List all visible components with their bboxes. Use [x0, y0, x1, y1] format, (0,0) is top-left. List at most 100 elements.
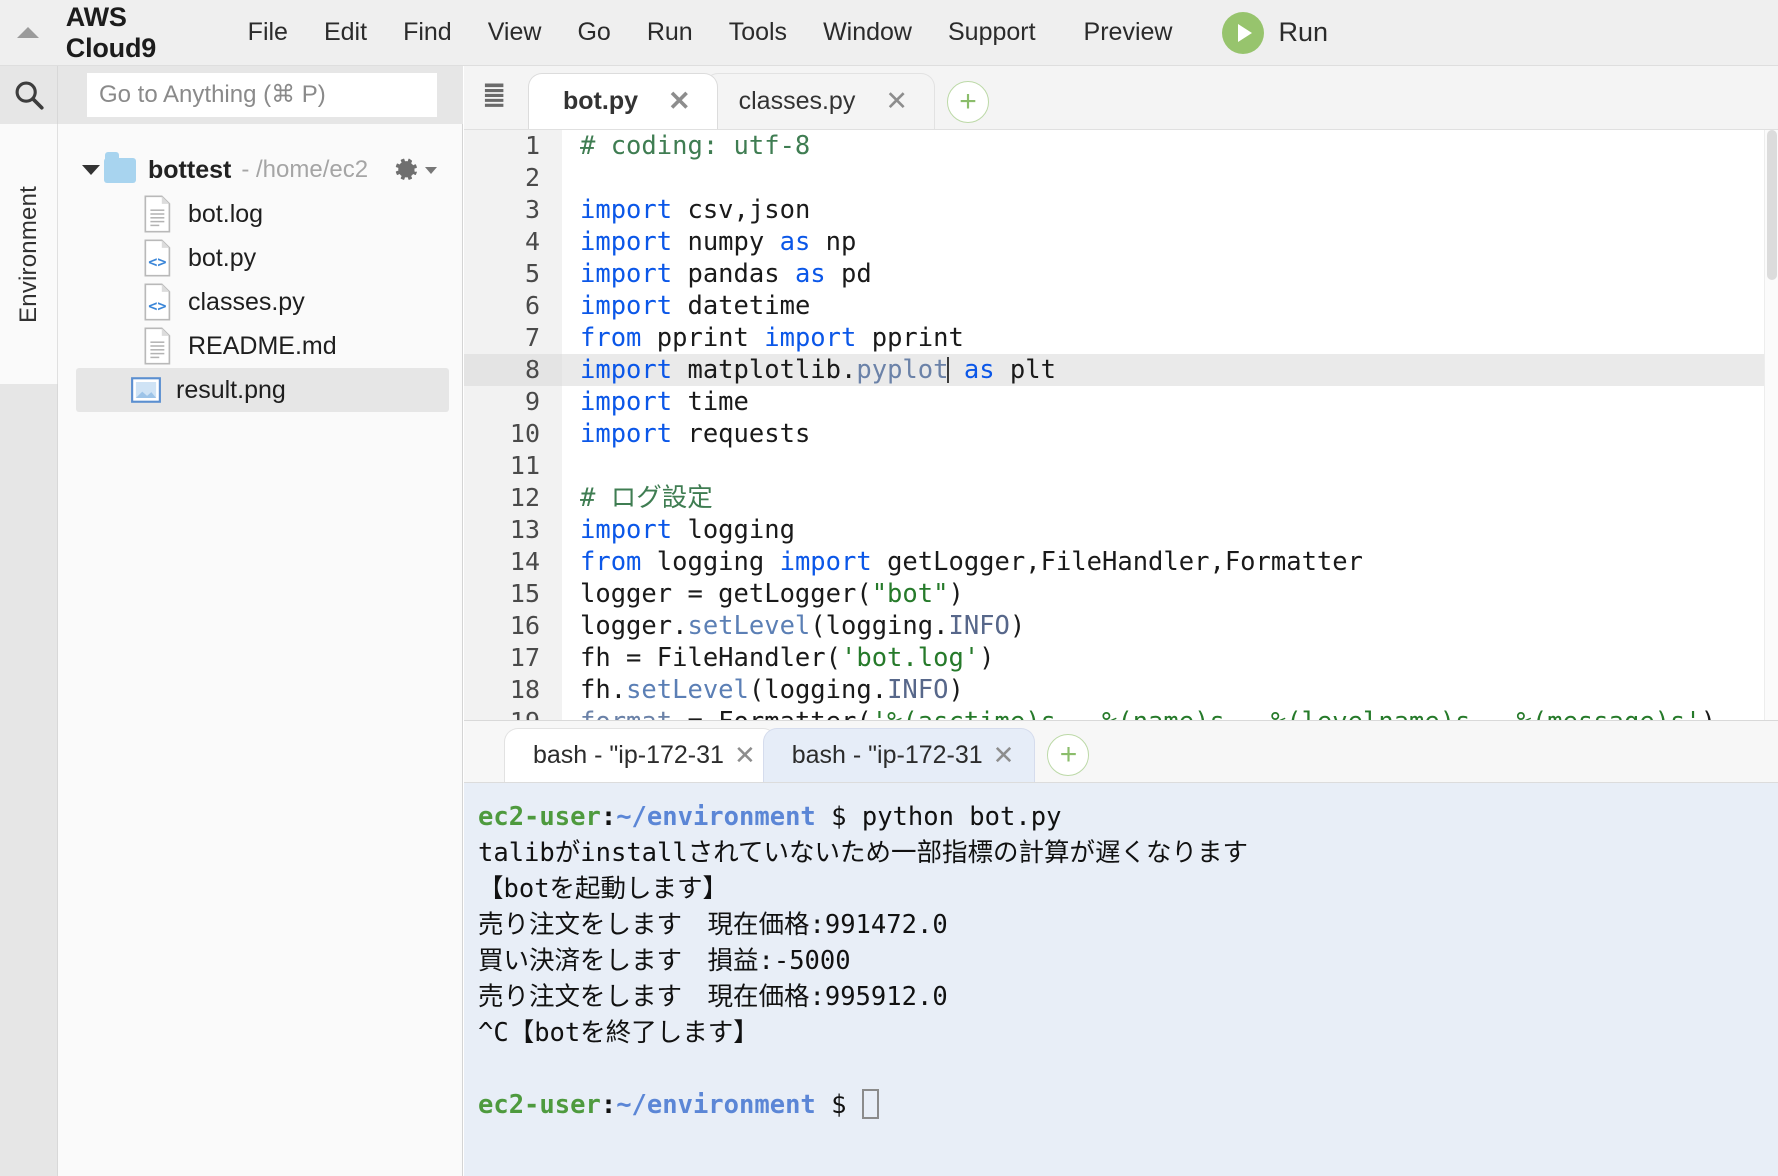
code-token: = Formatter(: [672, 707, 871, 720]
root-folder-path: - /home/ec2: [241, 156, 369, 183]
preview-button[interactable]: Preview: [1054, 18, 1203, 47]
code-line[interactable]: 2: [464, 162, 1778, 194]
code-text: logger = getLogger("bot"): [562, 578, 964, 610]
code-line[interactable]: 7 from pprint import pprint: [464, 322, 1778, 354]
code-text: import datetime: [562, 290, 810, 322]
code-token: import: [580, 515, 673, 545]
menu-item-run[interactable]: Run: [629, 18, 711, 47]
code-token: getLogger,FileHandler,Formatter: [871, 547, 1363, 577]
close-icon[interactable]: ✕: [734, 740, 756, 771]
new-terminal-tab-button[interactable]: +: [1047, 734, 1090, 776]
terminal-tab-1[interactable]: bash - "ip-172-31 ✕: [504, 728, 777, 782]
collapse-menu-button[interactable]: [0, 0, 56, 66]
gear-icon: [395, 158, 417, 180]
file-item-readme-md[interactable]: README.md: [58, 324, 463, 368]
menu-item-file[interactable]: File: [230, 18, 306, 47]
terminal-line: 買い決済をします 損益:-5000: [478, 946, 851, 976]
menu-item-find[interactable]: Find: [385, 18, 470, 47]
code-token: # coding: utf-8: [580, 131, 811, 161]
goto-anything-input[interactable]: [87, 73, 437, 117]
close-icon[interactable]: ✕: [885, 88, 908, 115]
editor-tab-label: classes.py: [738, 87, 856, 115]
code-token: format: [580, 707, 672, 720]
file-item-classes-py[interactable]: <> classes.py: [58, 280, 463, 324]
project-settings-button[interactable]: [391, 155, 437, 185]
menu-item-tools[interactable]: Tools: [711, 18, 805, 47]
code-line[interactable]: 3 import csv,json: [464, 194, 1778, 226]
file-label: bot.log: [188, 199, 264, 228]
code-line[interactable]: 19format = Formatter('%(asctime)s - %(na…: [464, 706, 1778, 720]
line-number: 4: [464, 226, 562, 258]
code-content[interactable]: 1 # coding: utf-8 2 3 import csv,json 4 import…: [464, 130, 1778, 720]
menu-item-window[interactable]: Window: [805, 18, 930, 47]
editor-scrollbar[interactable]: [1764, 130, 1778, 720]
code-token: import: [580, 387, 673, 417]
code-text: import requests: [562, 418, 810, 450]
code-line[interactable]: 12 # ログ設定: [464, 482, 1778, 514]
new-editor-tab-button[interactable]: +: [946, 81, 989, 123]
code-line[interactable]: 17 fh = FileHandler('bot.log'): [464, 642, 1778, 674]
code-line[interactable]: 16 logger.setLevel(logging.INFO): [464, 610, 1778, 642]
code-line[interactable]: 14 from logging import getLogger,FileHand…: [464, 546, 1778, 578]
prompt-path: ~/environment: [616, 1090, 816, 1120]
code-line[interactable]: 10 import requests: [464, 418, 1778, 450]
editor-menu-icon: [484, 83, 504, 107]
terminal-tab-label: bash - "ip-172-31: [791, 741, 983, 769]
terminal-output[interactable]: ec2-user:~/environment $ python bot.py ta…: [464, 783, 1778, 1176]
line-number: 7: [464, 322, 562, 354]
editor-tab-classes-py[interactable]: classes.py ✕: [703, 73, 935, 129]
file-item-result-png[interactable]: result.png: [76, 368, 449, 412]
code-text: from logging import getLogger,FileHandle…: [562, 546, 1363, 578]
code-token: '%(asctime)s - %(name)s - %(levelname)s …: [872, 707, 1701, 720]
prompt-sigil: $: [815, 1090, 862, 1120]
close-icon[interactable]: ✕: [668, 88, 691, 115]
folder-icon: [104, 151, 136, 183]
code-token: ): [948, 675, 964, 705]
code-token: import: [580, 259, 673, 289]
tree-root-bottest[interactable]: bottest - /home/ec2: [58, 148, 463, 192]
environment-panel-tab[interactable]: Environment: [0, 124, 58, 384]
code-token: import: [580, 291, 673, 321]
code-token: from: [580, 323, 642, 353]
code-line[interactable]: 18 fh.setLevel(logging.INFO): [464, 674, 1778, 706]
code-line[interactable]: 1 # coding: utf-8: [464, 130, 1778, 162]
menu-item-edit[interactable]: Edit: [306, 18, 385, 47]
code-line[interactable]: 5 import pandas as pd: [464, 258, 1778, 290]
file-item-bot-log[interactable]: bot.log: [58, 192, 463, 236]
line-number: 12: [464, 482, 562, 514]
run-button[interactable]: Run: [1202, 11, 1328, 54]
file-item-bot-py[interactable]: <> bot.py: [58, 236, 463, 280]
file-label: README.md: [188, 331, 337, 360]
code-token: # ログ設定: [580, 483, 713, 513]
code-line[interactable]: 6 import datetime: [464, 290, 1778, 322]
code-token: logger = getLogger(: [580, 579, 872, 609]
root-folder-name: bottest: [148, 155, 232, 184]
menu-item-go[interactable]: Go: [559, 18, 628, 47]
code-line[interactable]: 4 import numpy as np: [464, 226, 1778, 258]
code-text: # coding: utf-8: [562, 130, 810, 162]
code-line[interactable]: 9 import time: [464, 386, 1778, 418]
search-button[interactable]: [0, 66, 58, 124]
code-line[interactable]: 8 import matplotlib.pyplot as plt: [464, 354, 1778, 386]
code-editor[interactable]: 1 # coding: utf-8 2 3 import csv,json 4 import…: [464, 130, 1778, 720]
code-token: INFO: [887, 675, 949, 705]
editor-menu-button[interactable]: [464, 65, 528, 129]
code-token: 'bot.log': [841, 643, 980, 673]
code-line[interactable]: 11: [464, 450, 1778, 482]
terminal-tab-2[interactable]: bash - "ip-172-31 ✕: [762, 728, 1036, 782]
close-icon[interactable]: ✕: [993, 740, 1015, 771]
caret-down-icon: [82, 165, 100, 175]
code-line[interactable]: 15 logger = getLogger("bot"): [464, 578, 1778, 610]
editor-tab-bot-py[interactable]: bot.py ✕: [528, 73, 718, 129]
code-token: logging: [672, 515, 795, 545]
code-line[interactable]: 13 import logging: [464, 514, 1778, 546]
image-file-icon: [131, 377, 161, 403]
menu-item-support[interactable]: Support: [930, 18, 1054, 47]
tree-toggle[interactable]: [78, 165, 104, 175]
menu-item-view[interactable]: View: [470, 18, 560, 47]
scrollbar-thumb[interactable]: [1767, 130, 1777, 280]
terminal-line: 【botを起動します】: [478, 874, 729, 904]
code-token: as: [794, 259, 826, 289]
